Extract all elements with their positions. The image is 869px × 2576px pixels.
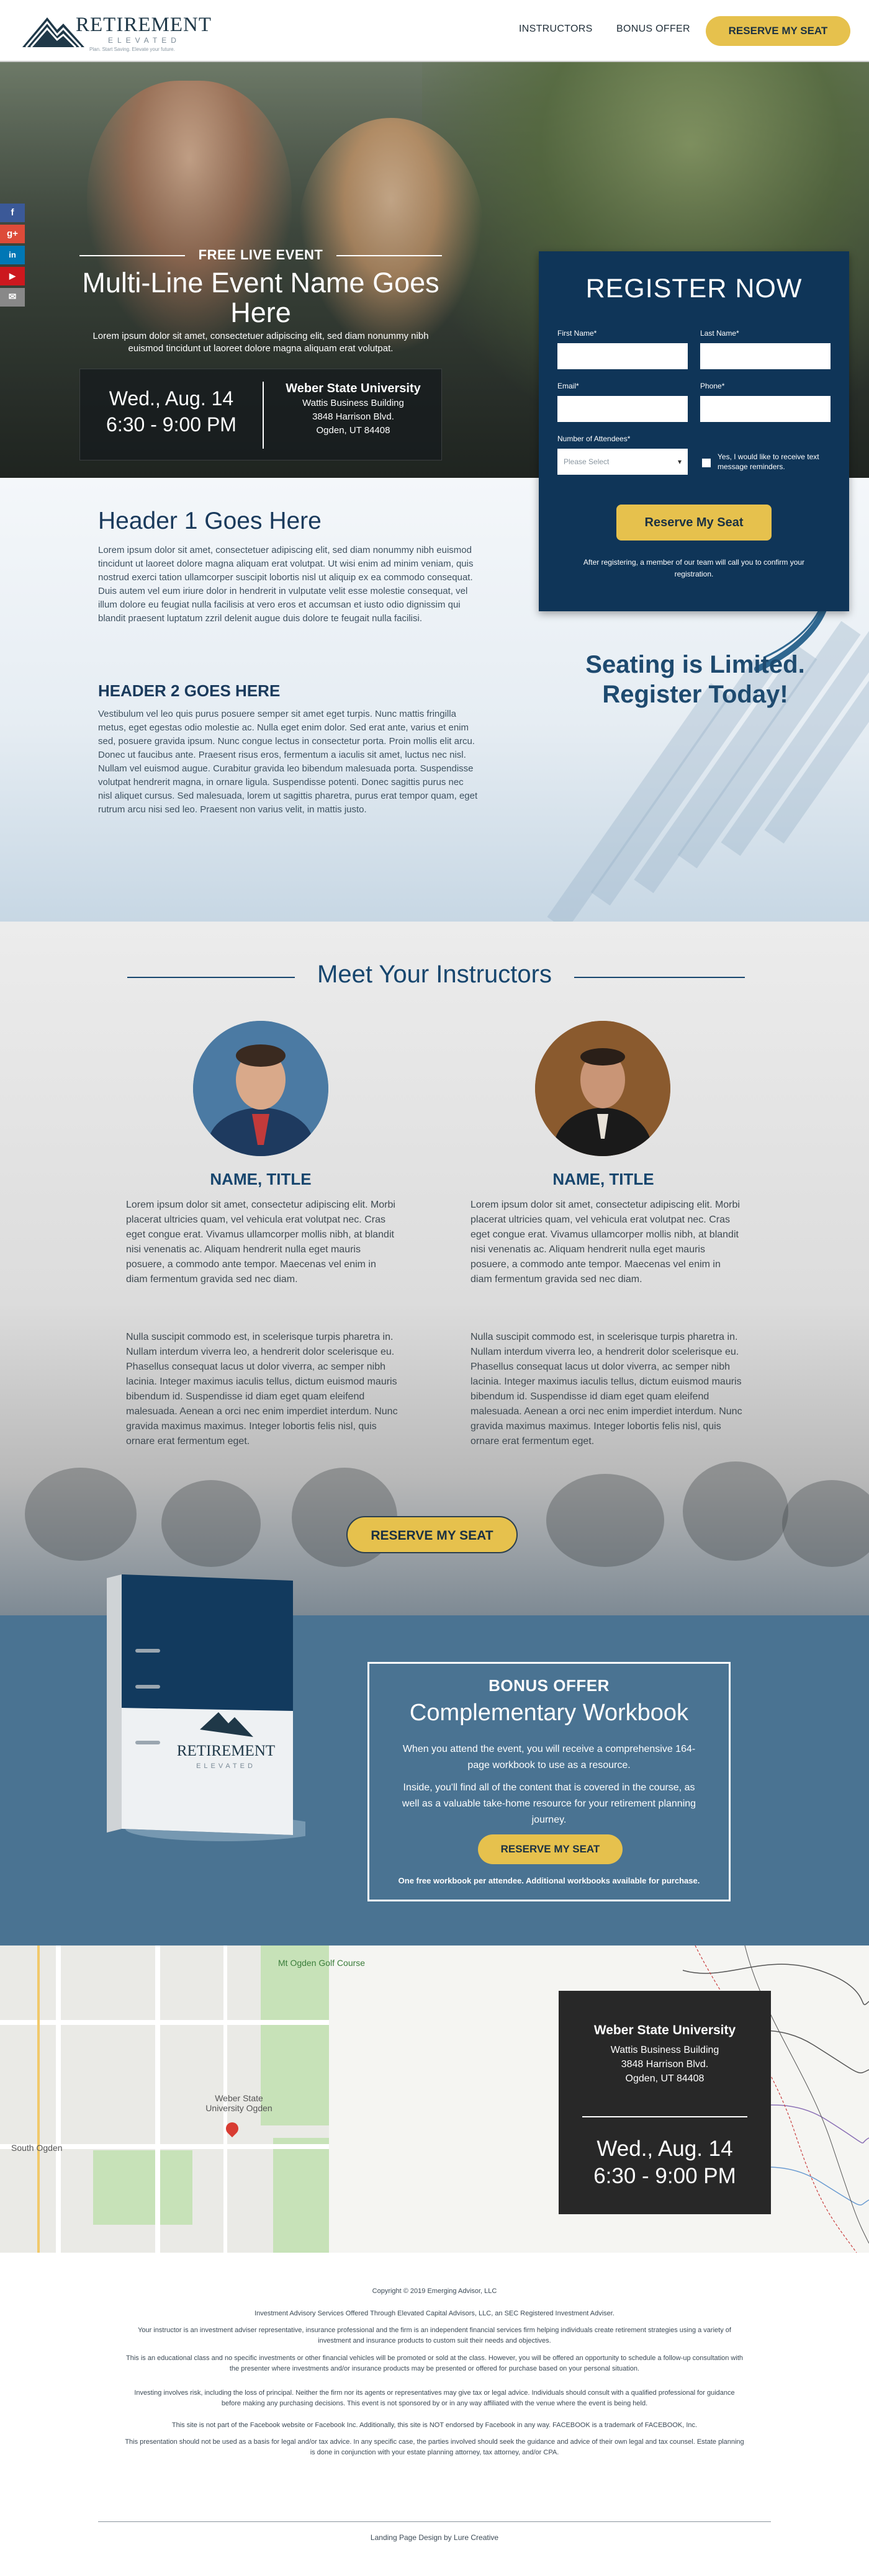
venue-card-street: 3848 Harrison Blvd. — [621, 2059, 709, 2070]
bonus-offer-section: RETIREMENT ELEVATED BONUS OFFER Compleme… — [0, 1574, 869, 1945]
instructors-title: Meet Your Instructors — [317, 961, 552, 988]
logo-sub: ELEVATED — [108, 36, 181, 45]
event-venue: Weber State University Wattis Business B… — [264, 382, 443, 438]
venue-city: Ogden, UT 84408 — [316, 425, 390, 436]
registration-form: REGISTER NOW First Name* Last Name* Emai… — [539, 251, 849, 611]
last-name-field[interactable] — [700, 343, 831, 369]
mountain-logo-icon — [22, 17, 84, 47]
last-name-label: Last Name* — [700, 329, 739, 338]
disclosure-3: This is an educational class and no spec… — [126, 2354, 743, 2372]
venue-card-datetime: Wed., Aug. 14 6:30 - 9:00 PM — [559, 2135, 771, 2190]
intro-paragraph-1: Lorem ipsum dolor sit amet, consectetuer… — [98, 545, 474, 624]
disclosure-6: This presentation should not be used as … — [125, 2438, 744, 2456]
bonus-offer-box: BONUS OFFER Complementary Workbook When … — [367, 1662, 731, 1901]
location-map[interactable]: Mt Ogden Golf Course Weber State Univers… — [0, 1945, 869, 2253]
bonus-note: One free workbook per attendee. Addition… — [398, 1876, 700, 1885]
instructor-1-bio-1: Lorem ipsum dolor sit amet, consectetur … — [126, 1200, 395, 1285]
phone-field[interactable] — [700, 396, 831, 422]
instructor-1-name: NAME, TITLE — [210, 1170, 312, 1188]
linkedin-share-icon[interactable]: in — [0, 246, 25, 264]
event-time: 6:30 - 9:00 PM — [106, 413, 236, 436]
divider — [98, 2521, 771, 2522]
sms-reminder-checkbox[interactable] — [702, 459, 711, 467]
disclosure-1: Investment Advisory Services Offered Thr… — [254, 2310, 615, 2317]
event-name: Multi-Line Event Name Goes Here — [82, 267, 439, 328]
header-2: HEADER 2 GOES HERE — [98, 681, 281, 700]
email-field[interactable] — [557, 396, 688, 422]
footer: Copyright © 2019 Emerging Advisor, LLC I… — [0, 2253, 869, 2576]
attendees-select[interactable]: Please Select ▾ — [557, 449, 688, 475]
attendees-label: Number of Attendees* — [557, 434, 631, 443]
instructor-1-avatar — [193, 1021, 328, 1156]
event-datetime: Wed., Aug. 14 6:30 - 9:00 PM — [80, 385, 263, 438]
register-note: After registering, a member of our team … — [583, 558, 805, 578]
bonus-title: Complementary Workbook — [409, 1700, 689, 1726]
venue-card-date: Wed., Aug. 14 — [597, 2137, 733, 2161]
bonus-eyebrow: BONUS OFFER — [489, 1676, 610, 1695]
venue-card-name: Weber State University — [593, 2023, 736, 2037]
instructor-2-bio-2: Nulla suscipit commodo est, in scelerisq… — [471, 1332, 742, 1447]
reserve-seat-header-button[interactable]: RESERVE MY SEAT — [706, 16, 850, 46]
sms-reminder-label: Yes, I would like to receive text messag… — [718, 452, 819, 471]
venue-building: Wattis Business Building — [302, 398, 404, 408]
instructors-section: Meet Your Instructors NAME, TITLE Lorem … — [0, 922, 869, 1615]
map-label-south-ogden: South Ogden — [11, 2143, 63, 2153]
bonus-reserve-button[interactable]: RESERVE MY SEAT — [478, 1834, 623, 1864]
divider — [582, 2116, 747, 2117]
workbook-binder-image: RETIREMENT ELEVATED — [107, 1574, 324, 1841]
header-1: Header 1 Goes Here — [98, 508, 322, 534]
event-description: Lorem ipsum dolor sit amet, consectetuer… — [92, 331, 429, 354]
reserve-seat-button[interactable]: RESERVE MY SEAT — [346, 1516, 518, 1553]
event-eyebrow: FREE LIVE EVENT — [198, 247, 323, 263]
map-label-weber: Weber State University Ogden — [205, 2093, 272, 2113]
bonus-paragraph-2: Inside, you'll find all of the content t… — [402, 1782, 696, 1825]
instructor-1-bio-2: Nulla suscipit commodo est, in scelerisq… — [126, 1332, 398, 1447]
disclosure-5: This site is not part of the Facebook we… — [171, 2421, 698, 2429]
register-title: REGISTER NOW — [585, 274, 803, 303]
logo[interactable]: RETIREMENT ELEVATED Plan. Start Saving. … — [22, 12, 212, 52]
intro-paragraph-2: Vestibulum vel leo quis purus posuere se… — [98, 709, 478, 815]
event-details: FREE LIVE EVENT Multi-Line Event Name Go… — [79, 247, 442, 478]
site-header: RETIREMENT ELEVATED Plan. Start Saving. … — [0, 0, 869, 62]
venue-card-time: 6:30 - 9:00 PM — [593, 2164, 736, 2188]
instructor-2-avatar — [535, 1021, 670, 1156]
first-name-label: First Name* — [557, 329, 597, 338]
nav-bonus-offer-link[interactable]: BONUS OFFER — [616, 24, 690, 35]
instructor-2-bio-1: Lorem ipsum dolor sit amet, consectetur … — [471, 1200, 740, 1285]
email-share-icon[interactable]: ✉ — [0, 288, 25, 307]
copyright: Copyright © 2019 Emerging Advisor, LLC — [372, 2287, 497, 2295]
event-date: Wed., Aug. 14 — [109, 387, 234, 410]
instructor-2-name: NAME, TITLE — [552, 1170, 654, 1188]
reserve-seat-submit-button[interactable]: Reserve My Seat — [616, 505, 772, 541]
map-label-golf: Mt Ogden Golf Course — [278, 1958, 366, 1968]
event-date-location-box: Wed., Aug. 14 6:30 - 9:00 PM Weber State… — [79, 369, 442, 460]
google-plus-share-icon[interactable]: g+ — [0, 225, 25, 243]
venue-card-city: Ogden, UT 84408 — [625, 2073, 705, 2084]
binder-logo-sub: ELEVATED — [196, 1762, 256, 1770]
binder-logo-name: RETIREMENT — [177, 1743, 275, 1759]
nav-instructors-link[interactable]: INSTRUCTORS — [519, 24, 593, 35]
first-name-field[interactable] — [557, 343, 688, 369]
disclosure-4: Investing involves risk, including the l… — [134, 2389, 735, 2407]
youtube-share-icon[interactable]: ▶ — [0, 267, 25, 285]
phone-label: Phone* — [700, 382, 725, 390]
bonus-paragraph-1: When you attend the event, you will rece… — [402, 1744, 696, 1770]
venue-card-building: Wattis Business Building — [610, 2045, 719, 2055]
logo-tagline: Plan. Start Saving. Elevate your future. — [89, 47, 175, 52]
disclosure-2: Your instructor is an investment adviser… — [138, 2327, 731, 2345]
landing-page: { "brand": { "name": "RETIREMENT", "sub"… — [0, 0, 869, 2576]
seating-limited-callout: Seating is Limited. Register Today! — [585, 651, 805, 708]
design-credit-link[interactable]: Landing Page Design by Lure Creative — [0, 2533, 869, 2542]
email-label: Email* — [557, 382, 579, 390]
venue-name: Weber State University — [286, 382, 421, 395]
venue-card: Weber State University Wattis Business B… — [559, 1991, 771, 2214]
logo-name: RETIREMENT — [76, 14, 212, 36]
venue-street: 3848 Harrison Blvd. — [312, 411, 394, 422]
facebook-share-icon[interactable]: f — [0, 204, 25, 222]
chevron-down-icon: ▾ — [677, 457, 682, 466]
attendees-select-value: Please Select — [564, 457, 610, 466]
